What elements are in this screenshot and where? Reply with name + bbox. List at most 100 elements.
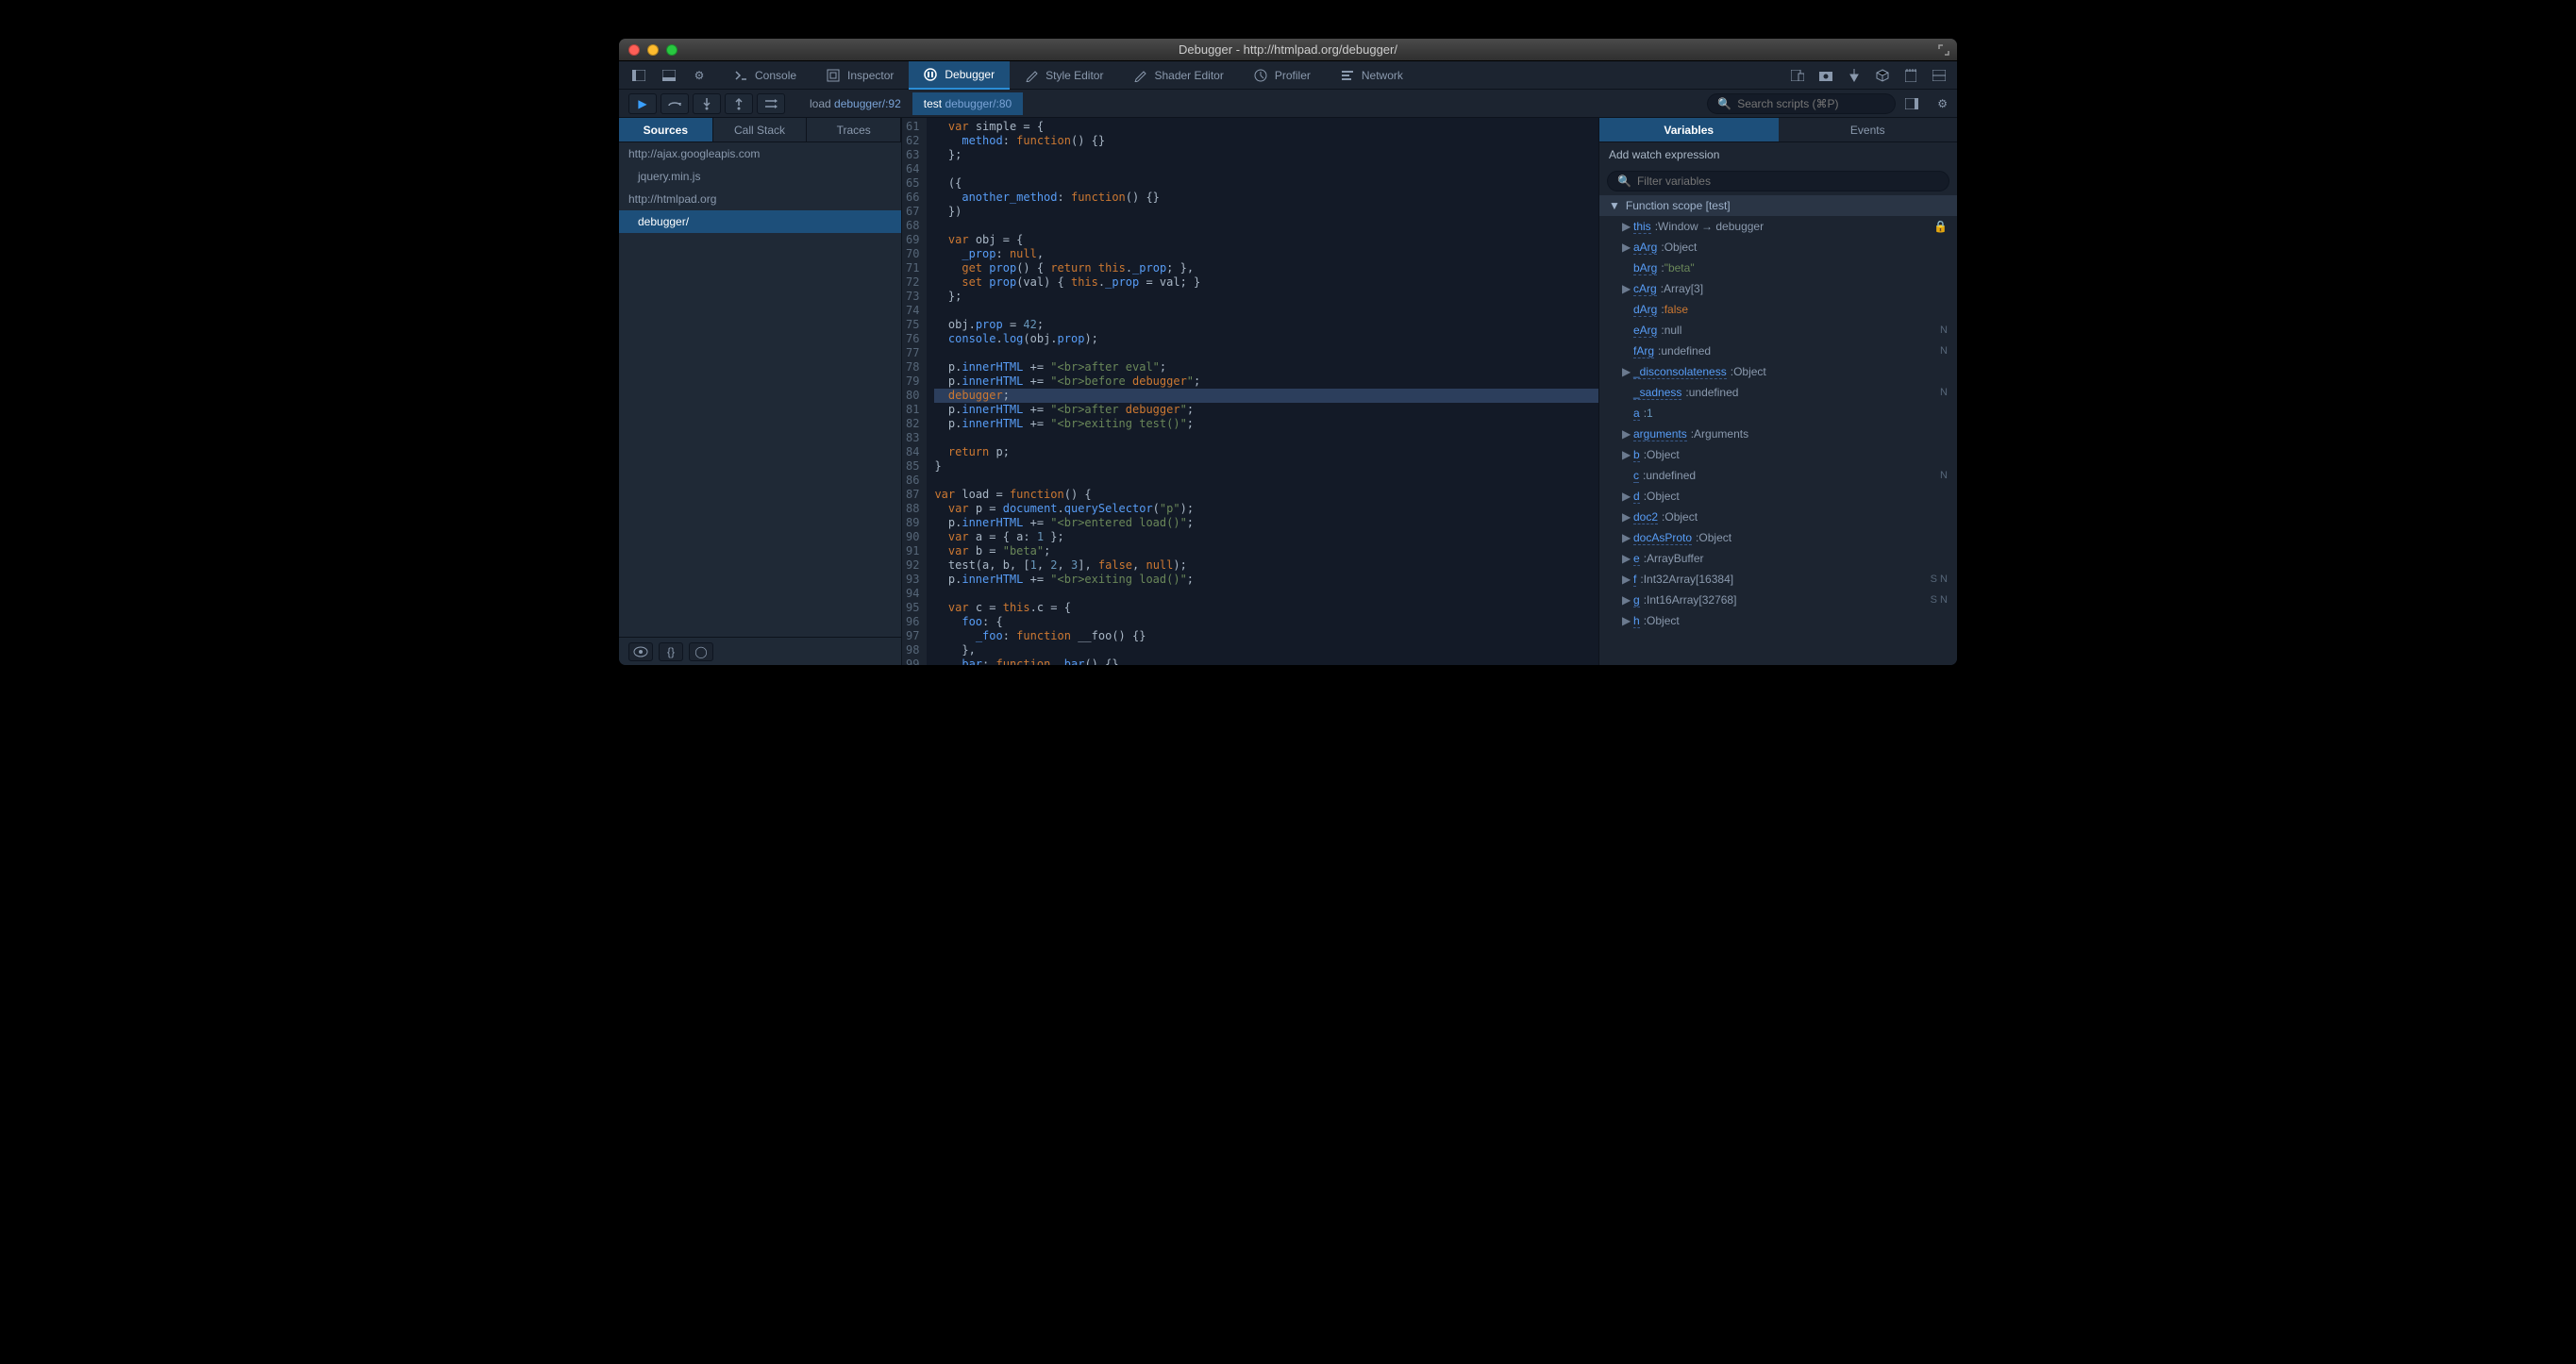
responsive-icon[interactable] — [1789, 67, 1806, 84]
code-line — [934, 587, 1598, 601]
source-item[interactable]: debugger/ — [619, 210, 901, 233]
trace-toggle[interactable]: ◯ — [689, 642, 713, 661]
variable-name: aArg — [1633, 241, 1657, 255]
dock-bottom-icon[interactable] — [661, 67, 677, 84]
variable-row[interactable]: ▶g: Int16Array[32768]S N — [1599, 590, 1957, 610]
right-tab-events[interactable]: Events — [1779, 118, 1958, 141]
breadcrumb-item[interactable]: load debugger/:92 — [798, 92, 912, 115]
debugger-icon — [924, 68, 937, 81]
variable-row[interactable]: eArg: nullN — [1599, 320, 1957, 341]
variable-row[interactable]: ▶d: Object — [1599, 486, 1957, 507]
code-line: var obj = { — [934, 233, 1598, 247]
code-line: ({ — [934, 176, 1598, 191]
source-item[interactable]: http://htmlpad.org — [619, 188, 901, 210]
tab-shader-editor[interactable]: Shader Editor — [1118, 61, 1238, 90]
tab-console[interactable]: Console — [719, 61, 811, 90]
left-tab-sources[interactable]: Sources — [619, 118, 713, 141]
code-line — [934, 431, 1598, 445]
variable-name: b — [1633, 448, 1640, 462]
split-console-icon[interactable] — [1931, 67, 1948, 84]
step-over-button[interactable] — [661, 93, 689, 114]
pretty-print-button[interactable]: {} — [659, 642, 683, 661]
variable-row[interactable]: _sadness: undefinedN — [1599, 382, 1957, 403]
variable-row[interactable]: ▶arguments: Arguments — [1599, 424, 1957, 444]
code-line: get prop() { return this._prop; }, — [934, 261, 1598, 275]
variable-row[interactable]: ▶doc2: Object — [1599, 507, 1957, 527]
expand-icon: ▶ — [1622, 531, 1633, 544]
code-line: p.innerHTML += "<br>entered load()"; — [934, 516, 1598, 530]
variable-row[interactable]: ▶h: Object — [1599, 610, 1957, 631]
right-tab-variables[interactable]: Variables — [1599, 118, 1779, 141]
tab-profiler[interactable]: Profiler — [1239, 61, 1326, 90]
expand-icon: ▶ — [1622, 552, 1633, 565]
variable-row[interactable]: a: 1 — [1599, 403, 1957, 424]
resume-button[interactable]: ▶ — [628, 93, 657, 114]
tab-inspector[interactable]: Inspector — [811, 61, 909, 90]
variable-row[interactable]: ▶docAsProto: Object — [1599, 527, 1957, 548]
step-in-button[interactable] — [693, 93, 721, 114]
code-editor[interactable]: 6162636465666768697071727374757677787980… — [902, 118, 1598, 665]
variable-row[interactable]: ▶e: ArrayBuffer — [1599, 548, 1957, 569]
code-line: p.innerHTML += "<br>exiting test()"; — [934, 417, 1598, 431]
variable-value: "beta" — [1664, 261, 1695, 274]
left-tab-traces[interactable]: Traces — [807, 118, 901, 141]
shader-editor-icon — [1133, 69, 1146, 82]
variable-row[interactable]: c: undefinedN — [1599, 465, 1957, 486]
add-watch-expression[interactable]: Add watch expression — [1599, 142, 1957, 167]
network-icon — [1341, 70, 1354, 81]
scratchpad-icon[interactable] — [1902, 67, 1919, 84]
search-scripts-box[interactable]: 🔍 — [1707, 93, 1896, 114]
close-button[interactable] — [628, 44, 640, 56]
filter-variables-input[interactable] — [1637, 175, 1939, 188]
variable-row[interactable]: ▶f: Int32Array[16384]S N — [1599, 569, 1957, 590]
variable-row[interactable]: fArg: undefinedN — [1599, 341, 1957, 361]
source-item[interactable]: http://ajax.googleapis.com — [619, 142, 901, 165]
minimize-button[interactable] — [647, 44, 659, 56]
scope-header[interactable]: ▼ Function scope [test] — [1599, 195, 1957, 216]
breadcrumb-item[interactable]: test debugger/:80 — [912, 92, 1023, 115]
variable-value: Int16Array[32768] — [1647, 593, 1736, 607]
screenshot-icon[interactable] — [1817, 67, 1834, 84]
expand-icon: ▶ — [1622, 220, 1633, 233]
fullscreen-icon[interactable] — [1938, 44, 1949, 56]
profiler-icon — [1254, 69, 1267, 82]
variable-badge: N — [1940, 387, 1948, 398]
variable-row[interactable]: dArg: false — [1599, 299, 1957, 320]
filter-variables-box[interactable]: 🔍 — [1607, 171, 1949, 191]
zoom-button[interactable] — [666, 44, 677, 56]
variable-value: 1 — [1647, 407, 1653, 420]
search-icon: 🔍 — [1617, 175, 1631, 188]
blackbox-toggle[interactable] — [628, 642, 653, 661]
toggle-breakpoints-button[interactable] — [757, 93, 785, 114]
variable-row[interactable]: ▶_disconsolateness: Object — [1599, 361, 1957, 382]
step-out-button[interactable] — [725, 93, 753, 114]
gear-icon[interactable]: ⚙ — [691, 67, 708, 84]
tab-network[interactable]: Network — [1326, 61, 1418, 90]
variable-row[interactable]: ▶cArg: Array[3] — [1599, 278, 1957, 299]
tab-style-editor[interactable]: Style Editor — [1010, 61, 1118, 90]
variable-row[interactable]: ▶b: Object — [1599, 444, 1957, 465]
paint-icon[interactable] — [1846, 67, 1863, 84]
traffic-lights — [619, 44, 677, 56]
variable-value: ArrayBuffer — [1647, 552, 1703, 565]
source-item[interactable]: jquery.min.js — [619, 165, 901, 188]
debugger-settings-icon[interactable]: ⚙ — [1937, 97, 1948, 110]
toggle-panes-icon[interactable] — [1905, 98, 1918, 109]
variable-row[interactable]: ▶aArg: Object — [1599, 237, 1957, 258]
variable-name: eArg — [1633, 324, 1657, 338]
variable-row[interactable]: bArg: "beta" — [1599, 258, 1957, 278]
box-icon[interactable] — [1874, 67, 1891, 84]
left-tab-call-stack[interactable]: Call Stack — [713, 118, 808, 141]
tab-debugger[interactable]: Debugger — [909, 61, 1010, 90]
variable-value: Object — [1698, 531, 1731, 544]
code-line: var c = this.c = { — [934, 601, 1598, 615]
chevron-down-icon: ▼ — [1609, 199, 1620, 212]
search-scripts-input[interactable] — [1737, 97, 1885, 110]
expand-icon: ▶ — [1622, 365, 1633, 378]
call-stack-breadcrumb: load debugger/:92test debugger/:80 — [798, 92, 1023, 115]
variable-name: _disconsolateness — [1633, 365, 1727, 379]
dock-side-icon[interactable] — [630, 67, 647, 84]
expand-icon: ▶ — [1622, 490, 1633, 503]
variable-badge: N — [1940, 324, 1948, 336]
variable-row[interactable]: ▶this: Window → debugger🔒 — [1599, 216, 1957, 237]
